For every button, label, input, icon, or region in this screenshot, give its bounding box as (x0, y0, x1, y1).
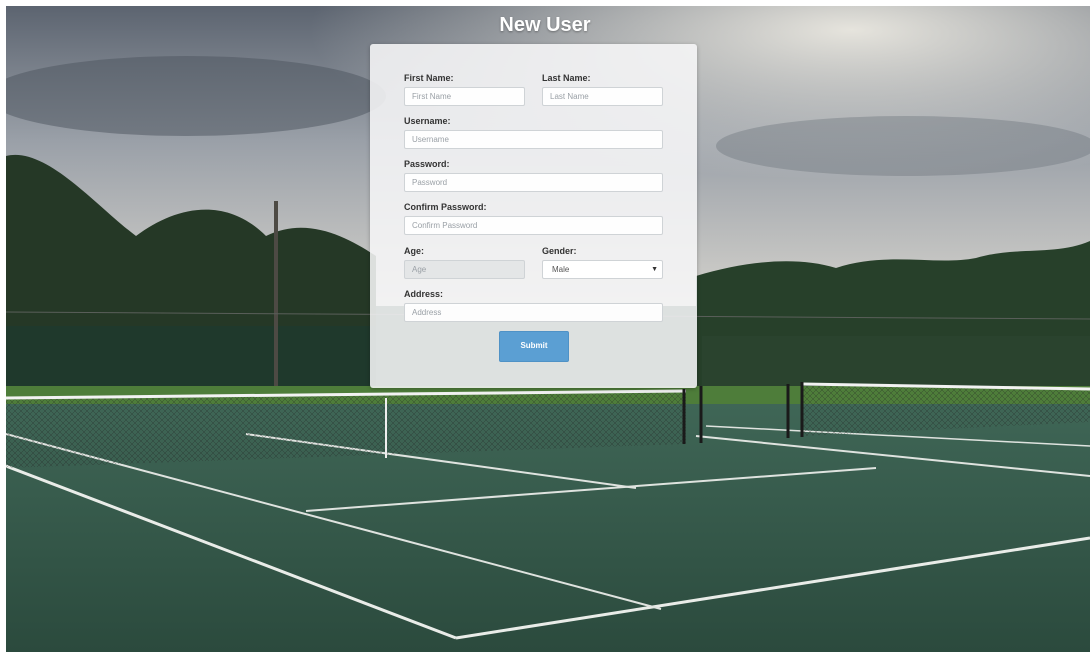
username-input[interactable] (404, 130, 663, 149)
last-name-input[interactable] (542, 87, 663, 106)
username-label: Username: (404, 116, 451, 126)
first-name-label: First Name: (404, 73, 454, 83)
address-input[interactable] (404, 303, 663, 322)
confirm-password-label: Confirm Password: (404, 202, 487, 212)
address-label: Address: (404, 289, 444, 299)
gender-label: Gender: (542, 246, 577, 256)
age-input[interactable] (404, 260, 525, 279)
first-name-input[interactable] (404, 87, 525, 106)
last-name-label: Last Name: (542, 73, 591, 83)
gender-select-value: Male (552, 265, 570, 274)
caret-down-icon: ▼ (651, 266, 658, 273)
submit-button[interactable]: Submit (499, 331, 569, 362)
gender-select[interactable]: Male ▼ (542, 260, 663, 279)
password-input[interactable] (404, 173, 663, 192)
password-label: Password: (404, 159, 450, 169)
new-user-form: First Name: Last Name: Username: Passwor… (370, 44, 697, 388)
age-label: Age: (404, 246, 424, 256)
page-title: New User (499, 14, 591, 36)
confirm-password-input[interactable] (404, 216, 663, 235)
